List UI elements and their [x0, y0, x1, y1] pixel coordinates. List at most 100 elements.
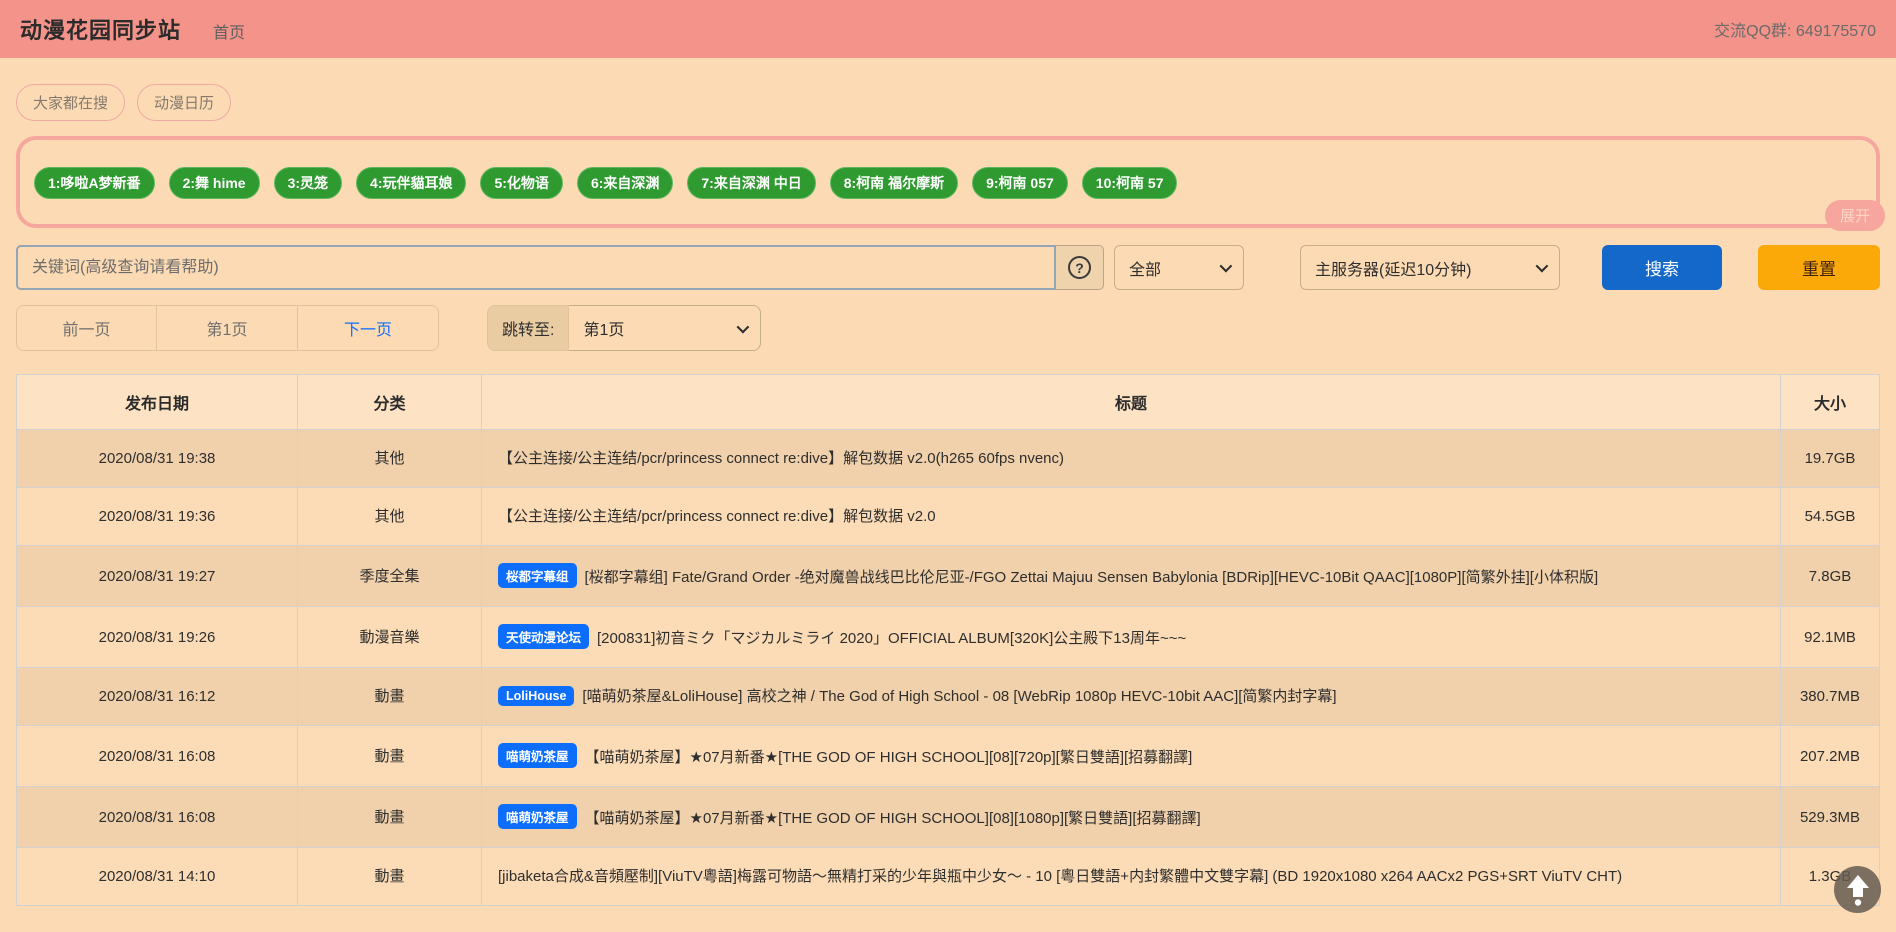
- category-select[interactable]: 全部: [1114, 245, 1244, 290]
- keyword-input[interactable]: [16, 245, 1056, 290]
- cell-size: 380.7MB: [1780, 667, 1880, 726]
- expand-button[interactable]: 展开: [1824, 200, 1885, 231]
- chevron-down-icon: [1535, 259, 1549, 273]
- topbar-left: 动漫花园同步站 首页: [20, 13, 245, 45]
- cell-title: 桜都字幕组 [桜都字幕组] Fate/Grand Order -绝对魔兽战线巴比伦…: [481, 545, 1781, 607]
- help-button[interactable]: ?: [1056, 245, 1104, 290]
- hot-search-button[interactable]: 大家都在搜: [16, 84, 126, 121]
- cell-date: 2020/08/31 14:10: [16, 847, 298, 906]
- results-table: 发布日期 分类 标题 大小 2020/08/31 19:38 其他 【公主连接/…: [16, 374, 1880, 906]
- table-row: 2020/08/31 19:26 動漫音樂 天使动漫论坛 [200831]初音ミク…: [16, 606, 1880, 668]
- header-title: 标题: [481, 374, 1781, 430]
- pagination-row: 前一页 第1页 下一页 跳转至: 第1页: [16, 305, 1880, 351]
- cell-date: 2020/08/31 19:38: [16, 429, 298, 488]
- hot-tags-box: 1:哆啦A梦新番 2:舞 hime 3:灵笼 4:玩伴貓耳娘 5:化物语 6:来…: [16, 136, 1885, 231]
- torrent-title-link[interactable]: [200831]初音ミク「マジカルミライ 2020」OFFICIAL ALBUM…: [597, 630, 1186, 647]
- back-to-top-button[interactable]: [1834, 866, 1881, 913]
- torrent-title-link[interactable]: [桜都字幕组] Fate/Grand Order -绝对魔兽战线巴比伦尼亚-/F…: [585, 569, 1599, 586]
- header-date: 发布日期: [16, 374, 298, 430]
- cell-size: 207.2MB: [1780, 725, 1880, 787]
- hot-tag-pill[interactable]: 9:柯南 057: [972, 167, 1068, 199]
- jump-selected-value: 第1页: [583, 322, 625, 339]
- server-selected-value: 主服务器(延迟10分钟): [1315, 261, 1472, 279]
- jump-page-select[interactable]: 第1页: [569, 305, 762, 351]
- torrent-title-link[interactable]: 【喵萌奶茶屋】★07月新番★[THE GOD OF HIGH SCHOOL][0…: [585, 810, 1201, 827]
- calendar-button[interactable]: 动漫日历: [137, 84, 232, 121]
- results-table-wrap: 发布日期 分类 标题 大小 2020/08/31 19:38 其他 【公主连接/…: [16, 374, 1880, 906]
- cell-date: 2020/08/31 16:12: [16, 667, 298, 726]
- arrow-up-icon: [1846, 874, 1869, 906]
- cell-category: 季度全集: [297, 545, 482, 607]
- chevron-down-icon: [1219, 259, 1233, 273]
- table-row: 2020/08/31 19:27 季度全集 桜都字幕组 [桜都字幕组] Fate/…: [16, 545, 1880, 607]
- pager-group: 前一页 第1页 下一页: [16, 305, 439, 351]
- fansub-badge[interactable]: 喵萌奶茶屋: [498, 743, 577, 768]
- torrent-title-link[interactable]: 【公主连接/公主连结/pcr/princess connect re:dive】…: [498, 450, 1064, 467]
- cell-size: 529.3MB: [1780, 786, 1880, 848]
- cell-size: 54.5GB: [1780, 487, 1880, 546]
- torrent-title-link[interactable]: [喵萌奶茶屋&LoliHouse] 高校之神 / The God of High…: [582, 688, 1336, 705]
- prev-page-button[interactable]: 前一页: [16, 305, 157, 351]
- search-row: ? 全部 主服务器(延迟10分钟) 搜索 重置: [16, 245, 1880, 290]
- cell-date: 2020/08/31 16:08: [16, 725, 298, 787]
- reset-button[interactable]: 重置: [1758, 245, 1880, 290]
- hot-tag-pill[interactable]: 2:舞 hime: [168, 167, 260, 199]
- table-row: 2020/08/31 16:12 動畫 LoliHouse [喵萌奶茶屋&Loli…: [16, 667, 1880, 726]
- cell-title: 【公主连接/公主连结/pcr/princess connect re:dive】…: [481, 429, 1781, 488]
- cell-size: 7.8GB: [1780, 545, 1880, 607]
- cell-category: 動畫: [297, 725, 482, 787]
- jump-to-group: 跳转至: 第1页: [487, 305, 762, 351]
- cell-category: 其他: [297, 429, 482, 488]
- hot-tag-pill[interactable]: 5:化物语: [480, 167, 563, 199]
- cell-date: 2020/08/31 19:27: [16, 545, 298, 607]
- cell-date: 2020/08/31 16:08: [16, 786, 298, 848]
- cell-title: 天使动漫论坛 [200831]初音ミク「マジカルミライ 2020」OFFICIAL…: [481, 606, 1781, 668]
- cell-title: [jibaketa合成&音頻壓制][ViuTV粵語]梅露可物語～無精打采的少年與…: [481, 847, 1781, 906]
- table-row: 2020/08/31 16:08 動畫 喵萌奶茶屋 【喵萌奶茶屋】★07月新番★[…: [16, 725, 1880, 787]
- torrent-title-link[interactable]: 【喵萌奶茶屋】★07月新番★[THE GOD OF HIGH SCHOOL][0…: [585, 749, 1193, 766]
- table-row: 2020/08/31 19:38 其他 【公主连接/公主连结/pcr/princ…: [16, 429, 1880, 488]
- server-select[interactable]: 主服务器(延迟10分钟): [1300, 245, 1560, 290]
- next-page-button[interactable]: 下一页: [298, 305, 439, 351]
- cell-category: 動畫: [297, 847, 482, 906]
- hot-tag-pill[interactable]: 6:来自深渊: [576, 167, 674, 199]
- torrent-title-link[interactable]: [jibaketa合成&音頻壓制][ViuTV粵語]梅露可物語～無精打采的少年與…: [498, 868, 1622, 885]
- hot-tag-pill[interactable]: 4:玩伴貓耳娘: [356, 167, 467, 199]
- topbar: 动漫花园同步站 首页 交流QQ群: 649175570: [0, 0, 1896, 58]
- hot-tag-pill[interactable]: 8:柯南 福尔摩斯: [829, 167, 959, 199]
- cell-size: 19.7GB: [1780, 429, 1880, 488]
- cell-date: 2020/08/31 19:26: [16, 606, 298, 668]
- fansub-badge[interactable]: 喵萌奶茶屋: [498, 804, 577, 829]
- nav-home-link[interactable]: 首页: [213, 19, 245, 43]
- cell-date: 2020/08/31 19:36: [16, 487, 298, 546]
- keyword-input-group: ?: [16, 245, 1104, 290]
- site-title: 动漫花园同步站: [20, 18, 182, 43]
- cell-title: 喵萌奶茶屋 【喵萌奶茶屋】★07月新番★[THE GOD OF HIGH SCHO…: [481, 725, 1781, 787]
- results-table-body: 2020/08/31 19:38 其他 【公主连接/公主连结/pcr/princ…: [16, 429, 1880, 906]
- search-button[interactable]: 搜索: [1602, 245, 1722, 290]
- hot-tags-list: 1:哆啦A梦新番 2:舞 hime 3:灵笼 4:玩伴貓耳娘 5:化物语 6:来…: [34, 167, 1862, 199]
- header-category: 分类: [297, 374, 482, 430]
- cell-title: 【公主连接/公主连结/pcr/princess connect re:dive】…: [481, 487, 1781, 546]
- torrent-title-link[interactable]: 【公主连接/公主连结/pcr/princess connect re:dive】…: [498, 508, 936, 525]
- jump-to-label: 跳转至:: [487, 305, 570, 351]
- help-icon: ?: [1068, 256, 1091, 279]
- cell-category: 其他: [297, 487, 482, 546]
- category-selected-value: 全部: [1129, 261, 1162, 279]
- fansub-badge[interactable]: LoliHouse: [498, 686, 575, 706]
- cell-title: LoliHouse [喵萌奶茶屋&LoliHouse] 高校之神 / The Go…: [481, 667, 1781, 726]
- fansub-badge[interactable]: 桜都字幕组: [498, 563, 577, 588]
- fansub-badge[interactable]: 天使动漫论坛: [498, 624, 590, 649]
- hot-tag-pill[interactable]: 10:柯南 57: [1081, 167, 1178, 199]
- hot-tag-pill[interactable]: 1:哆啦A梦新番: [34, 167, 155, 199]
- hot-tag-pill[interactable]: 7:来自深渊 中日: [687, 167, 816, 199]
- chevron-down-icon: [737, 320, 750, 333]
- results-table-head: 发布日期 分类 标题 大小: [16, 374, 1880, 430]
- current-page-button[interactable]: 第1页: [157, 305, 298, 351]
- header-size: 大小: [1780, 374, 1880, 430]
- hot-tag-pill[interactable]: 3:灵笼: [273, 167, 343, 199]
- page: { "header": { "title": "动漫花园同步站", "home"…: [0, 0, 1896, 932]
- cell-category: 動漫音樂: [297, 606, 482, 668]
- cell-category: 動畫: [297, 667, 482, 726]
- table-row: 2020/08/31 19:36 其他 【公主连接/公主连结/pcr/princ…: [16, 487, 1880, 546]
